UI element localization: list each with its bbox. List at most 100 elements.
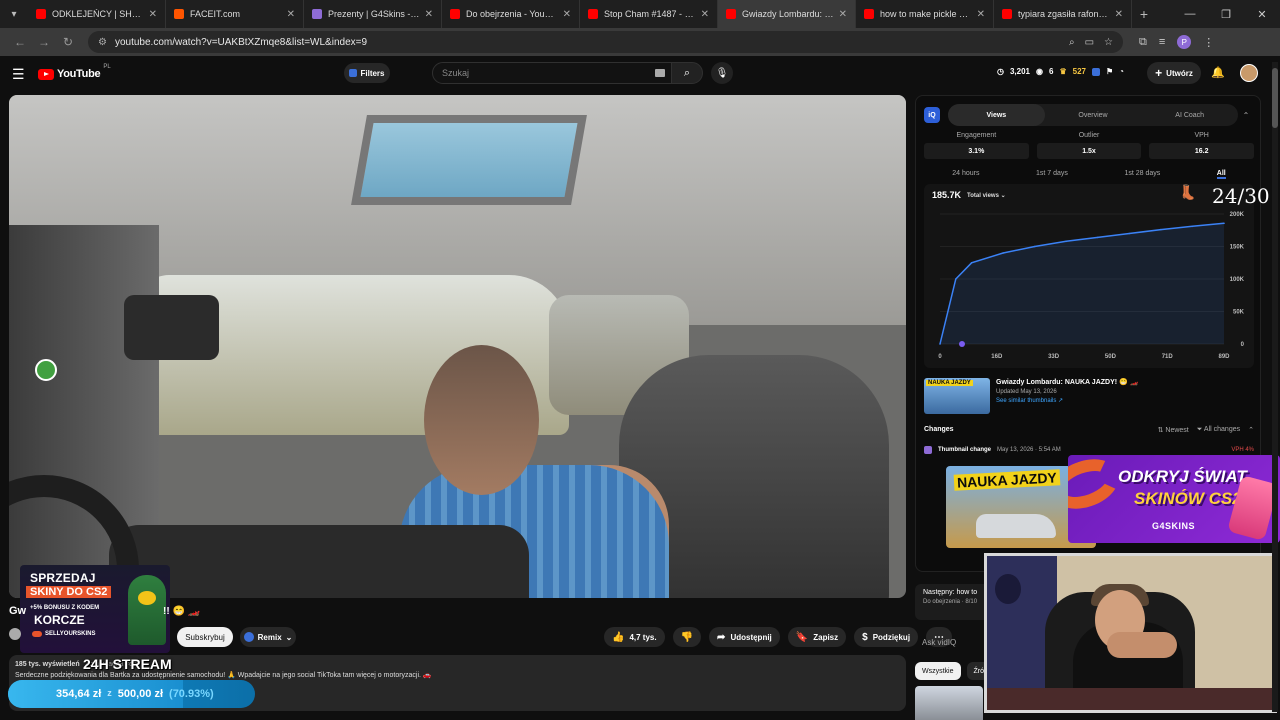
search-button[interactable]: ⌕ xyxy=(671,62,703,84)
account-avatar[interactable] xyxy=(1240,64,1258,82)
browser-tab[interactable]: Do obejrzenia - YouTube ✕ xyxy=(442,0,580,28)
thanks-button[interactable]: $ Podziękuj xyxy=(854,627,919,647)
url-field[interactable]: ⚙ youtube.com/watch?v=UAKBtXZmqe8&list=W… xyxy=(88,31,1123,53)
video-frame-sunroof xyxy=(351,115,587,205)
flag-icon[interactable]: ⚑ xyxy=(1106,67,1113,76)
tab-close-icon[interactable]: ✕ xyxy=(425,9,433,20)
back-icon[interactable]: ← xyxy=(8,35,32,49)
dislike-button[interactable]: 👎 xyxy=(672,627,702,647)
filter-chip[interactable]: Wszystkie xyxy=(915,662,961,680)
subscribe-button[interactable]: Subskrybuj xyxy=(177,627,233,647)
video-player[interactable] xyxy=(9,95,906,598)
next-up-card[interactable]: Następny: how to Do obejrzenia · 8/10 xyxy=(915,584,995,620)
notifications-icon[interactable]: 🔔 xyxy=(1211,66,1225,79)
y-tick-label: 50K xyxy=(1233,310,1245,316)
search-placeholder: Szukaj xyxy=(442,68,470,78)
create-button[interactable]: + Utwórz xyxy=(1147,62,1201,84)
cast-icon[interactable]: ▭ xyxy=(1085,37,1094,48)
panel-tab[interactable]: Overview xyxy=(1045,104,1142,126)
browser-tab[interactable]: how to make pickle pepp ✕ xyxy=(856,0,994,28)
browser-tab[interactable]: FACEIT.com ✕ xyxy=(166,0,304,28)
range-tab[interactable]: 1st 7 days xyxy=(1036,170,1068,179)
tab-close-icon[interactable]: ✕ xyxy=(701,9,709,20)
browser-tab[interactable]: ODKLEJEŃCY | SHOK TV # ✕ xyxy=(28,0,166,28)
like-button[interactable]: 👍 4,7 tys. xyxy=(604,627,665,647)
voice-search-button[interactable]: 🎙 xyxy=(711,62,733,84)
save-label: Zapisz xyxy=(813,632,839,642)
filters-button[interactable]: Filters xyxy=(344,63,390,83)
collapse-icon[interactable]: ⌃ xyxy=(1238,111,1254,120)
restore-icon[interactable]: ❐ xyxy=(1208,8,1244,21)
x-tick-label: 33D xyxy=(1048,354,1060,360)
tab-label: ODKLEJEŃCY | SHOK TV # xyxy=(52,9,145,19)
share-button[interactable]: ➦ Udostępnij xyxy=(709,627,780,647)
forward-icon[interactable]: → xyxy=(32,35,56,49)
extensions-icon[interactable]: ⧉ xyxy=(1139,36,1147,49)
minimize-icon[interactable]: — xyxy=(1172,8,1208,21)
filter-all-changes[interactable]: ⏷ All changes xyxy=(1197,426,1240,434)
browser-tab[interactable]: typiara zgasiła rafona ryn ✕ xyxy=(994,0,1132,28)
big-thumb-text: NAUKA JAZDY xyxy=(953,469,1061,491)
range-tab[interactable]: All xyxy=(1216,170,1226,179)
data-point xyxy=(1096,236,1099,239)
panel-tab[interactable]: AI Coach xyxy=(1141,104,1238,126)
browser-tab[interactable]: Prezenty | G4Skins - Otw ✕ xyxy=(304,0,442,28)
remix-button[interactable]: Remix ⌄ xyxy=(240,627,296,647)
bookmark-star-icon[interactable]: ☆ xyxy=(1104,37,1113,48)
panel-tab[interactable]: Views xyxy=(948,104,1045,126)
video-thumbnail-mini[interactable]: NAUKA JAZDY xyxy=(924,378,990,414)
browser-tab[interactable]: Gwiazdy Lombardu: NAUK ✕ xyxy=(718,0,856,28)
browser-tab[interactable]: Stop Cham #1487 - Niebi ✕ xyxy=(580,0,718,28)
tab-favicon-icon xyxy=(36,9,46,19)
range-tab[interactable]: 24 hours xyxy=(952,170,979,179)
tab-search-icon[interactable]: ▾ xyxy=(0,0,28,28)
banner-line2: SKINY DO CS2 xyxy=(26,586,112,598)
tab-close-icon[interactable]: ✕ xyxy=(287,9,295,20)
zoom-icon[interactable]: ⌕ xyxy=(1069,37,1075,48)
donation-current: 354,64 zł xyxy=(56,688,102,700)
tab-close-icon[interactable]: ✕ xyxy=(149,9,157,20)
keyboard-icon[interactable] xyxy=(655,69,665,77)
recommended-thumbnail[interactable] xyxy=(915,686,983,720)
close-window-icon[interactable]: ✕ xyxy=(1244,8,1280,21)
range-tab[interactable]: 1st 28 days xyxy=(1124,170,1160,179)
new-tab-icon[interactable]: + xyxy=(1132,6,1156,22)
tab-close-icon[interactable]: ✕ xyxy=(563,9,571,20)
change-marker-icon[interactable] xyxy=(959,341,965,347)
sellyourskins-banner: SPRZEDAJ SKINY DO CS2 +5% BONUSU Z KODEM… xyxy=(20,565,170,653)
x-tick-label: 16D xyxy=(991,354,1003,360)
time-ranges: 24 hours 1st 7 days 1st 28 days All xyxy=(924,170,1254,179)
tab-close-icon[interactable]: ✕ xyxy=(839,9,847,20)
menu-icon[interactable]: ☰ xyxy=(12,66,30,83)
series-area xyxy=(940,223,1224,344)
ask-vidiq-input[interactable]: Ask vidIQ xyxy=(922,638,956,647)
tab-favicon-icon xyxy=(726,9,736,19)
scrollbar-thumb[interactable] xyxy=(1272,68,1278,128)
page-scrollbar[interactable] xyxy=(1272,62,1278,712)
browser-menu-icon[interactable]: ⋮ xyxy=(1203,36,1214,49)
profile-avatar[interactable]: P xyxy=(1177,35,1192,49)
banner-line1: SPRZEDAJ xyxy=(30,571,96,585)
media-icon[interactable]: ≡ xyxy=(1159,36,1165,48)
similar-thumbnails-link[interactable]: See similar thumbnails ↗ xyxy=(996,397,1138,404)
save-button[interactable]: 🔖 Zapisz xyxy=(787,627,847,647)
changes-collapse-icon[interactable]: ⌃ xyxy=(1248,426,1254,434)
thumb-change-delta: VPH 4% xyxy=(1231,447,1254,453)
metric-card: VPH 16.2 xyxy=(1149,132,1255,159)
youtube-logo[interactable]: YouTube PL xyxy=(38,64,111,80)
vidiq-ext-icon[interactable] xyxy=(1091,67,1100,76)
panel-metrics: Engagement 3.1% Outlier 1.5x VPH 16.2 xyxy=(924,132,1255,159)
y-tick-label: 150K xyxy=(1230,245,1245,251)
tab-close-icon[interactable]: ✕ xyxy=(1115,9,1123,20)
reload-icon[interactable]: ↻ xyxy=(56,35,80,49)
site-info-icon[interactable]: ⚙ xyxy=(98,37,107,48)
bell-small-icon[interactable]: ◔ xyxy=(1119,67,1124,76)
changes-header: Changes ⇅ Newest ⏷ All changes ⌃ xyxy=(924,426,1254,434)
video-title-end: !! 😁 🏎️ xyxy=(163,606,201,617)
tab-close-icon[interactable]: ✕ xyxy=(977,9,985,20)
search-input[interactable]: Szukaj xyxy=(432,62,672,84)
g4skins-banner: ODKRYJ ŚWIAT SKINÓW CS2! G4SKINS xyxy=(1068,455,1280,543)
donation-sep: z xyxy=(107,688,112,698)
sort-newest[interactable]: ⇅ Newest xyxy=(1158,426,1189,434)
channel-avatar[interactable] xyxy=(9,628,21,640)
